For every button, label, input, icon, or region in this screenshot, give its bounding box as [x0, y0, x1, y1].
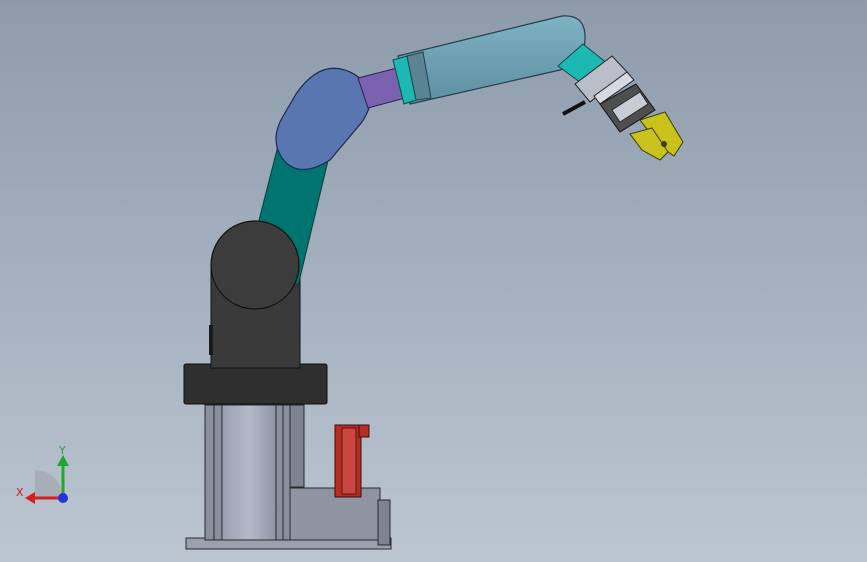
x-axis-arrowhead — [25, 492, 35, 504]
mount-plate — [183, 363, 328, 405]
shoulder-joint — [210, 220, 300, 310]
control-box — [334, 424, 370, 498]
y-axis-label: Y — [58, 444, 66, 457]
base-rear-panel — [289, 404, 305, 488]
z-axis-indicator — [58, 493, 68, 503]
base-cylinder — [221, 404, 278, 541]
forearm — [392, 15, 586, 105]
x-axis-label: X — [16, 486, 24, 499]
base-side-bracket — [377, 499, 391, 546]
robot-arm-model[interactable]: Y X — [0, 0, 867, 562]
orientation-triad[interactable]: Y X — [16, 444, 69, 504]
cad-viewport[interactable]: Y X — [0, 0, 867, 562]
elbow-joint — [275, 67, 371, 171]
